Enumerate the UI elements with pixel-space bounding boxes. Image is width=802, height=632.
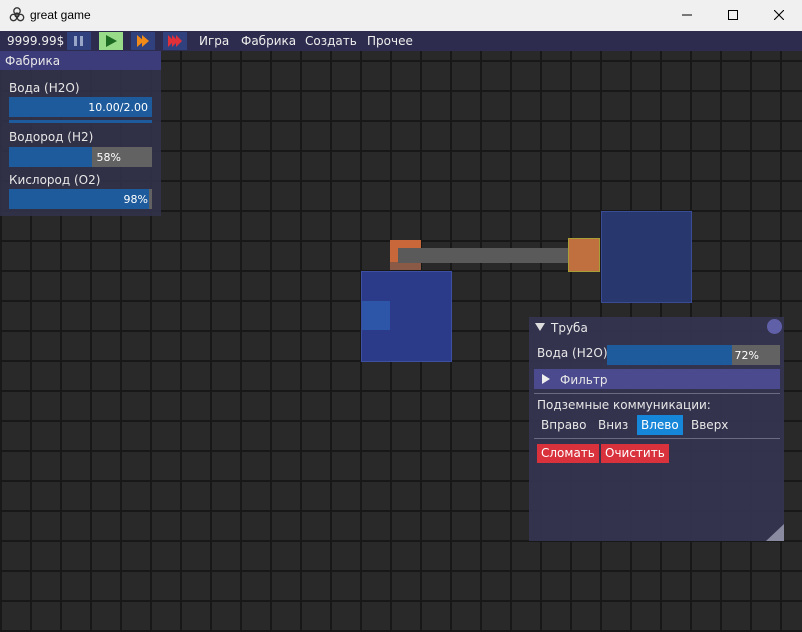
play-icon <box>106 35 117 47</box>
factory-panel-title: Фабрика <box>5 54 61 68</box>
close-button[interactable] <box>756 0 802 31</box>
resource-bar-fill <box>9 147 92 167</box>
minimize-icon <box>682 14 692 16</box>
pipe-end-right[interactable] <box>568 238 600 272</box>
building-port <box>362 301 390 330</box>
expand-triangle-icon <box>542 374 550 384</box>
maximize-icon <box>728 10 738 20</box>
minimize-button[interactable] <box>664 0 710 31</box>
menu-factory[interactable]: Фабрика <box>241 34 296 48</box>
pause-button[interactable] <box>67 32 91 50</box>
tab-up[interactable]: Вверх <box>687 415 732 435</box>
factory-panel-header[interactable]: Фабрика <box>0 51 161 70</box>
fastest-forward-button[interactable] <box>163 32 187 50</box>
pipe-resource-bar: 72% <box>607 345 780 365</box>
window-title: great game <box>30 8 91 22</box>
break-button[interactable]: Сломать <box>537 444 599 463</box>
pipe-resource-fill <box>607 345 732 365</box>
resize-grip-icon[interactable] <box>766 524 784 541</box>
window-titlebar: great game <box>0 0 802 31</box>
money-display: 9999.99$ <box>7 34 65 48</box>
filter-header[interactable]: Фильтр <box>534 369 780 389</box>
resource-bar-water: 10.00/2.00 <box>9 97 152 117</box>
close-icon <box>774 10 784 20</box>
maximize-button[interactable] <box>710 0 756 31</box>
pipe-panel-title: Труба <box>551 321 588 335</box>
fast-forward-button[interactable] <box>131 32 155 50</box>
close-circle-icon[interactable] <box>767 319 782 334</box>
water-sub-bar <box>9 120 152 123</box>
resource-bar-text: 58% <box>96 151 121 164</box>
pipe-segment[interactable] <box>398 248 576 263</box>
resource-bar-text: 10.00/2.00 <box>88 101 148 114</box>
biohazard-icon <box>9 7 25 22</box>
filter-label: Фильтр <box>560 373 608 387</box>
resource-label-oxygen: Кислород (O2) <box>9 173 101 187</box>
resource-bar-text: 98% <box>123 193 148 206</box>
menu-other[interactable]: Прочее <box>367 34 413 48</box>
resource-bar-oxygen: 98% <box>9 189 152 209</box>
divider <box>534 393 780 394</box>
clear-button[interactable]: Очистить <box>601 444 669 463</box>
pause-icon <box>74 36 83 46</box>
collapse-triangle-icon[interactable] <box>535 323 545 332</box>
divider <box>534 438 780 439</box>
resource-label-hydrogen: Водород (H2) <box>9 130 94 144</box>
pipe-resource-label: Вода (H2O) <box>537 346 608 360</box>
pipe-end-left-shade <box>390 262 421 270</box>
resource-bar-hydrogen: 58% <box>9 147 152 167</box>
tab-right[interactable]: Вправо <box>537 415 590 435</box>
menu-game[interactable]: Игра <box>199 34 229 48</box>
pipe-resource-text: 72% <box>734 349 759 362</box>
resource-label-water: Вода (H2O) <box>9 81 80 95</box>
menubar: 9999.99$ Игра Фабрика Создать Прочее <box>0 31 802 51</box>
fast-forward-icon <box>137 35 149 47</box>
tab-left[interactable]: Влево <box>637 415 683 435</box>
factory-panel: Фабрика Вода (H2O) 10.00/2.00 Водород (H… <box>0 51 161 216</box>
tab-down[interactable]: Вниз <box>594 415 632 435</box>
building-right[interactable] <box>601 211 692 303</box>
play-button[interactable] <box>99 32 123 50</box>
underground-label: Подземные коммуникации: <box>537 398 711 412</box>
fastest-forward-icon <box>168 35 182 47</box>
menu-create[interactable]: Создать <box>305 34 357 48</box>
